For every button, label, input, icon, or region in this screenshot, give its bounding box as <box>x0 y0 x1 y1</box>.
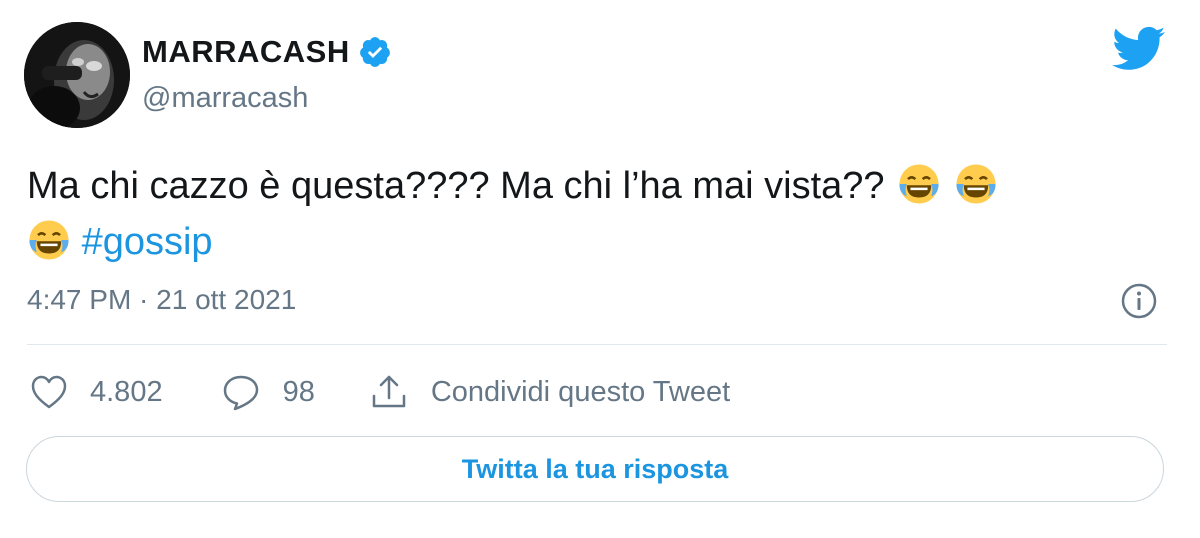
user-handle[interactable]: @marracash <box>142 82 308 115</box>
heart-icon <box>31 375 67 409</box>
info-icon[interactable] <box>1120 282 1158 320</box>
user-name[interactable]: MARRACASH <box>142 34 350 70</box>
like-count: 4.802 <box>90 375 163 408</box>
reply-button[interactable]: 98 <box>221 373 315 411</box>
reply-compose-button[interactable]: Twitta la tua risposta <box>26 436 1164 502</box>
tweet-timestamp[interactable]: 4:47 PM · 21 ott 2021 <box>27 284 296 316</box>
twitter-bird-icon[interactable] <box>1112 26 1166 72</box>
avatar[interactable] <box>24 22 130 128</box>
share-button[interactable]: Condividi questo Tweet <box>369 372 730 412</box>
verified-badge-icon <box>359 37 390 67</box>
divider <box>27 344 1167 345</box>
reply-count: 98 <box>282 375 315 408</box>
like-button[interactable]: 4.802 <box>30 374 163 410</box>
tears-of-joy-emoji-icon <box>29 220 69 260</box>
tweet-text: Ma chi cazzo è questa???? Ma chi l’ha ma… <box>27 158 1157 270</box>
share-label: Condividi questo Tweet <box>430 375 731 408</box>
user-name-row[interactable]: MARRACASH <box>142 32 392 72</box>
reply-bubble-icon <box>223 375 258 411</box>
share-icon <box>372 375 406 408</box>
hashtag-link[interactable]: #gossip <box>82 221 213 263</box>
tears-of-joy-emoji-icon <box>956 164 996 204</box>
tweet-body: Ma chi cazzo è questa???? Ma chi l’ha ma… <box>27 165 885 207</box>
tears-of-joy-emoji-icon <box>899 164 939 204</box>
tweet-card: MARRACASH @marracash Ma chi cazzo è ques… <box>0 0 1200 538</box>
tweet-actions: 4.802 98 Condividi questo Tweet <box>30 368 730 416</box>
